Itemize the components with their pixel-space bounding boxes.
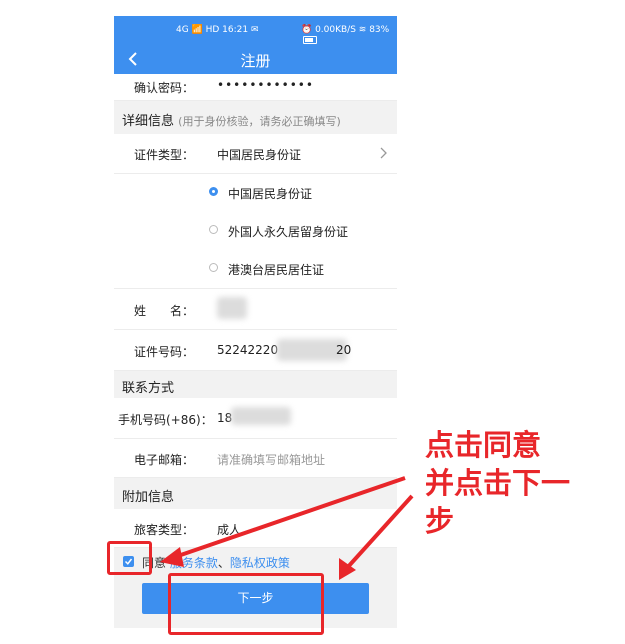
agree-separator: 、 (217, 556, 230, 570)
name-label: 姓 名： (134, 304, 195, 318)
agreement-text: 同意 服务条款、隐私权政策 (142, 554, 290, 571)
id-option-label: 中国居民身份证 (228, 187, 313, 201)
phone-row[interactable]: 手机号码(+86)： 18 (114, 398, 397, 439)
id-type-label: 证件类型： (134, 148, 195, 162)
confirm-password-value[interactable]: •••••••••••• (217, 78, 314, 92)
id-number-label: 证件号码： (134, 345, 195, 359)
radio-icon[interactable] (209, 263, 218, 272)
id-type-value[interactable]: 中国居民身份证 (217, 146, 301, 163)
id-option-label: 港澳台居民居住证 (228, 263, 325, 277)
confirm-password-row[interactable]: 确认密码： •••••••••••• (114, 74, 397, 101)
chevron-right-icon[interactable] (379, 147, 387, 159)
status-right-text: ⏰ 0.00KB/S ≋ 83% (301, 25, 390, 35)
details-section-header: 详细信息 (用于身份核验，请务必正确填写) (114, 101, 397, 134)
id-number-value-end: 20 (336, 343, 352, 357)
name-row[interactable]: 姓 名： (114, 289, 397, 330)
name-value-redacted[interactable] (217, 297, 247, 319)
id-option-label: 外国人永久居留身份证 (228, 225, 349, 239)
email-row[interactable]: 电子邮箱： 请准确填写邮箱地址 (114, 439, 397, 478)
annotation-text: 点击同意 并点击下一 步 (425, 426, 615, 540)
radio-icon[interactable] (209, 225, 218, 234)
id-option-1[interactable]: 中国居民身份证 (114, 174, 397, 212)
contact-section-header: 联系方式 (114, 371, 397, 398)
checkbox-highlight-box (107, 541, 152, 575)
details-hint: (用于身份核验，请务必正确填写) (178, 115, 341, 128)
passenger-type-value[interactable]: 成人 (217, 521, 241, 538)
id-option-2[interactable]: 外国人永久居留身份证 (114, 212, 397, 250)
register-form: 确认密码： •••••••••••• 详细信息 (用于身份核验，请务必正确填写)… (114, 74, 397, 548)
status-right: ⏰ 0.00KB/S ≋ 83% (301, 25, 397, 45)
phone-screen: 4G 📶 HD 16:21 ✉ ⏰ 0.00KB/S ≋ 83% 注册 确认密码… (114, 16, 397, 628)
id-number-value-start[interactable]: 52242220 (217, 343, 278, 357)
agreement-row: 同意 服务条款、隐私权政策 (114, 546, 397, 576)
status-left: 4G 📶 HD 16:21 ✉ (176, 25, 259, 35)
id-number-row[interactable]: 证件号码： 52242220 20 (114, 330, 397, 371)
annotation-line-2: 并点击下一 (425, 466, 571, 500)
status-bar: 4G 📶 HD 16:21 ✉ ⏰ 0.00KB/S ≋ 83% (114, 16, 397, 44)
radio-selected-icon[interactable] (209, 187, 218, 196)
id-option-3[interactable]: 港澳台居民居住证 (114, 250, 397, 289)
button-highlight-box (168, 573, 324, 635)
extra-section-header: 附加信息 (114, 478, 397, 509)
phone-redacted (231, 407, 291, 425)
email-input[interactable]: 请准确填写邮箱地址 (217, 451, 325, 468)
annotation-line-3: 步 (425, 504, 455, 538)
id-type-row[interactable]: 证件类型： 中国居民身份证 (114, 134, 397, 174)
contact-section-title: 联系方式 (122, 381, 175, 396)
confirm-password-label: 确认密码： (134, 81, 195, 95)
passenger-type-label: 旅客类型： (134, 523, 195, 537)
page-title: 注册 (240, 52, 271, 70)
passenger-type-row[interactable]: 旅客类型： 成人 (114, 509, 397, 548)
privacy-link[interactable]: 隐私权政策 (230, 556, 290, 570)
extra-section-title: 附加信息 (122, 490, 175, 505)
email-label: 电子邮箱： (134, 453, 195, 467)
phone-label: 手机号码(+86)： (118, 413, 213, 427)
terms-link[interactable]: 服务条款 (170, 556, 218, 570)
phone-value-start[interactable]: 18 (217, 411, 232, 425)
annotation-line-1: 点击同意 (425, 428, 542, 462)
nav-bar: 注册 (114, 44, 397, 74)
details-title-text: 详细信息 (122, 114, 175, 129)
details-section-title: 详细信息 (用于身份核验，请务必正确填写) (122, 110, 341, 129)
battery-icon (303, 35, 317, 44)
